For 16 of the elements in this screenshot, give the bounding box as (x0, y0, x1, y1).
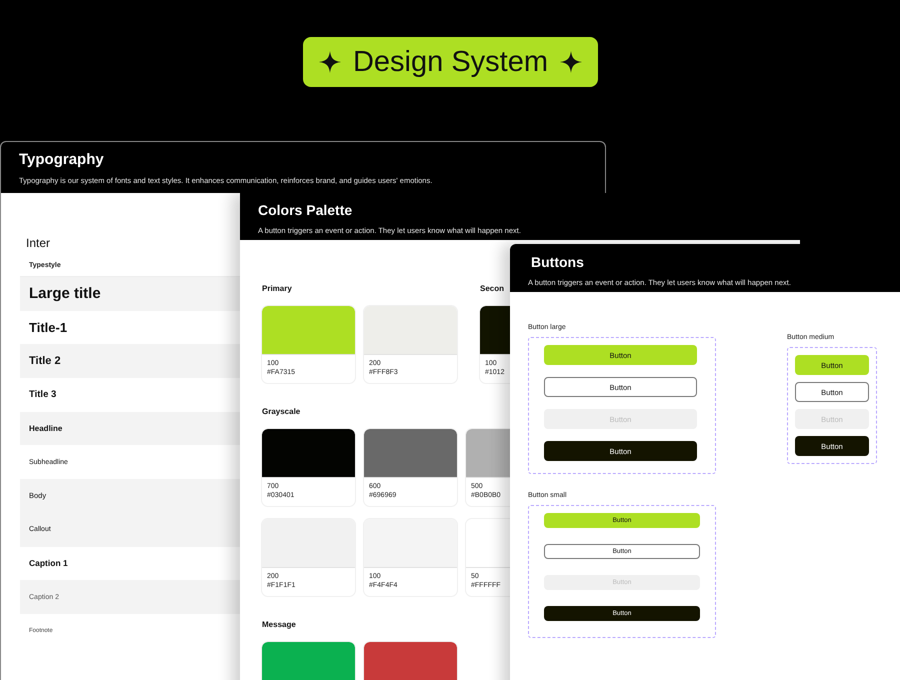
typestyle-label: Large title (29, 285, 101, 302)
font-name: Inter (26, 236, 52, 250)
sparkle-icon (560, 51, 582, 73)
typestyle-label: Headline (29, 424, 62, 434)
typestyle-label: Caption 1 (29, 558, 68, 568)
panel-title: Typography (19, 151, 105, 168)
sparkle-icon (318, 51, 341, 73)
group-label: Secon (480, 284, 506, 293)
typestyle-label: Title-1 (29, 320, 68, 336)
group-label: Message (262, 620, 297, 629)
badge-title: Design System (352, 46, 548, 78)
typestyle-label: Title 3 (29, 389, 56, 400)
panel-title: Colors Palette (258, 202, 354, 218)
group-label: Grayscale (262, 407, 302, 416)
typestyle-label: Title 2 (29, 355, 61, 368)
group-label: Primary (262, 284, 293, 293)
